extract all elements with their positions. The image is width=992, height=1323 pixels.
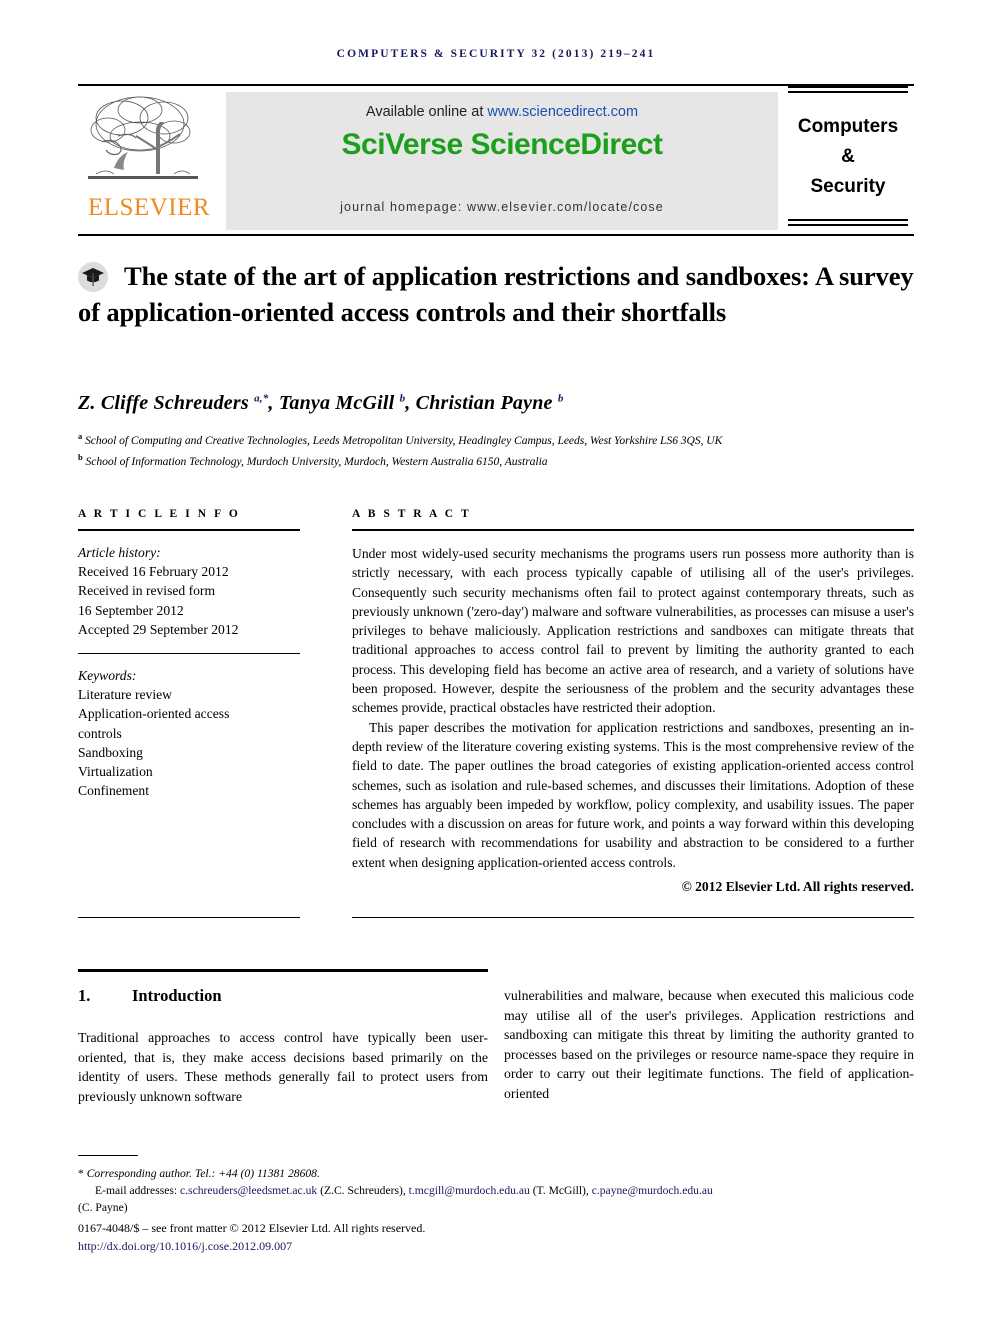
running-head: COMPUTERS & SECURITY 32 (2013) 219–241 <box>336 48 656 60</box>
journal-rule-bottom-1 <box>788 219 908 221</box>
available-online-line: Available online at www.sciencedirect.co… <box>226 104 778 120</box>
email-owner: (T. McGill) <box>532 1184 586 1198</box>
keyword-item: Application-oriented access <box>78 706 230 722</box>
keyword-item: Sandboxing <box>78 744 143 760</box>
history-item: Received in revised form <box>78 583 216 599</box>
abstract-paragraph: Under most widely-used security mechanis… <box>352 546 914 716</box>
title-block: The state of the art of application rest… <box>78 258 914 330</box>
body-paragraph: Traditional approaches to access control… <box>78 1030 488 1104</box>
journal-cover-title: Computers & Security <box>782 112 914 202</box>
affiliation-b: b School of Information Technology, Murd… <box>78 449 914 470</box>
affiliation-text-b: School of Information Technology, Murdoc… <box>85 454 548 468</box>
footnote-rule <box>78 1155 138 1156</box>
journal-rule-bottom-2 <box>788 224 908 226</box>
affiliation-marker-a: a <box>78 431 83 441</box>
corresponding-author-note: * Corresponding author. Tel.: +44 (0) 11… <box>78 1166 918 1182</box>
journal-cover-line-2: & <box>841 146 855 167</box>
graduation-cap-icon[interactable] <box>78 262 108 292</box>
journal-homepage-line[interactable]: journal homepage: www.elsevier.com/locat… <box>226 200 778 214</box>
email-link[interactable]: c.schreuders@leedsmet.ac.uk <box>180 1184 317 1197</box>
email-link[interactable]: t.mcgill@murdoch.edu.au <box>409 1184 530 1197</box>
article-info-separator <box>78 653 300 655</box>
email-label: E-mail addresses: <box>95 1184 178 1198</box>
body-text-right: vulnerabilities and malware, because whe… <box>504 986 914 1104</box>
abstract-heading: A B S T R A C T <box>352 508 472 520</box>
paper-page: COMPUTERS & SECURITY 32 (2013) 219–241 E… <box>0 0 992 1323</box>
author-list: Z. Cliffe Schreuders a,*, Tanya McGill b… <box>78 392 564 414</box>
body-column-left: 1. Introduction Traditional approaches to… <box>78 986 488 1106</box>
email-link[interactable]: c.payne@murdoch.edu.au <box>592 1184 713 1197</box>
keywords-block: Keywords: Literature review Application-… <box>78 666 300 800</box>
article-info-rule <box>78 529 300 531</box>
history-item: Accepted 29 September 2012 <box>78 621 239 637</box>
abstract-paragraph: This paper describes the motivation for … <box>352 719 914 870</box>
footnote-block: * Corresponding author. Tel.: +44 (0) 11… <box>78 1155 918 1254</box>
affiliation-text-a: School of Computing and Creative Technol… <box>85 433 723 447</box>
journal-cover-block: Computers & Security <box>782 84 914 236</box>
keyword-item: Virtualization <box>78 764 153 780</box>
body-column-right: vulnerabilities and malware, because whe… <box>504 986 914 1104</box>
history-item: Received 16 February 2012 <box>78 564 229 580</box>
section-top-rule <box>78 969 488 972</box>
article-history-label: Article history: <box>78 545 161 560</box>
available-prefix: Available online at <box>365 104 488 120</box>
journal-cover-line-3: Security <box>810 176 886 197</box>
article-info-column: A R T I C L E I N F O Article history: R… <box>78 508 300 800</box>
abstract-bottom-rule-right <box>352 917 914 918</box>
sciencedirect-band: Available online at www.sciencedirect.co… <box>226 92 778 230</box>
abstract-bottom-rule-left <box>78 917 300 918</box>
doi-link[interactable]: http://dx.doi.org/10.1016/j.cose.2012.09… <box>78 1238 918 1254</box>
sciencedirect-logo: SciVerse ScienceDirect <box>341 128 663 161</box>
corresponding-text: Corresponding author. Tel.: +44 (0) 1138… <box>86 1167 320 1180</box>
section-heading: 1. Introduction <box>78 986 488 1006</box>
elsevier-logo: ELSEVIER <box>78 90 220 234</box>
keyword-item: Confinement <box>78 783 149 799</box>
affiliation-marker-b: b <box>78 451 83 462</box>
abstract-body: Under most widely-used security mechanis… <box>352 544 914 872</box>
front-matter-note: 0167-4048/$ – see front matter © 2012 El… <box>78 1221 426 1236</box>
keyword-item: controls <box>78 725 122 741</box>
article-info-heading: A R T I C L E I N F O <box>78 508 241 520</box>
section-number: 1. <box>78 986 91 1005</box>
body-text-left: Traditional approaches to access control… <box>78 1028 488 1106</box>
elsevier-tree-icon <box>88 96 198 179</box>
email-addresses-note: E-mail addresses: c.schreuders@leedsmet.… <box>78 1183 918 1216</box>
corresponding-star: * <box>78 1167 84 1180</box>
body-paragraph: vulnerabilities and malware, because whe… <box>504 988 914 1101</box>
abstract-column: A B S T R A C T Under most widely-used s… <box>352 508 914 895</box>
keyword-item: Literature review <box>78 687 172 703</box>
abstract-rule <box>352 529 914 531</box>
elsevier-wordmark: ELSEVIER <box>87 194 211 221</box>
masthead: ELSEVIER Available online at www.science… <box>78 84 914 236</box>
section-title: Introduction <box>132 986 222 1005</box>
affiliation-list: a School of Computing and Creative Techn… <box>78 428 914 470</box>
journal-cover-line-1: Computers <box>797 116 899 137</box>
article-history: Article history: Received 16 February 20… <box>78 543 300 639</box>
journal-rule-top-2 <box>788 91 908 93</box>
sciencedirect-url[interactable]: www.sciencedirect.com <box>487 104 638 120</box>
keywords-label: Keywords: <box>78 668 137 684</box>
page-title: The state of the art of application rest… <box>78 261 914 327</box>
email-owner: (C. Payne) <box>78 1200 128 1214</box>
journal-rule-top-1 <box>788 86 908 88</box>
abstract-copyright: © 2012 Elsevier Ltd. All rights reserved… <box>681 879 914 895</box>
affiliation-a: a School of Computing and Creative Techn… <box>78 428 914 449</box>
email-owner: (Z.C. Schreuders) <box>320 1184 403 1198</box>
history-item: 16 September 2012 <box>78 602 184 618</box>
